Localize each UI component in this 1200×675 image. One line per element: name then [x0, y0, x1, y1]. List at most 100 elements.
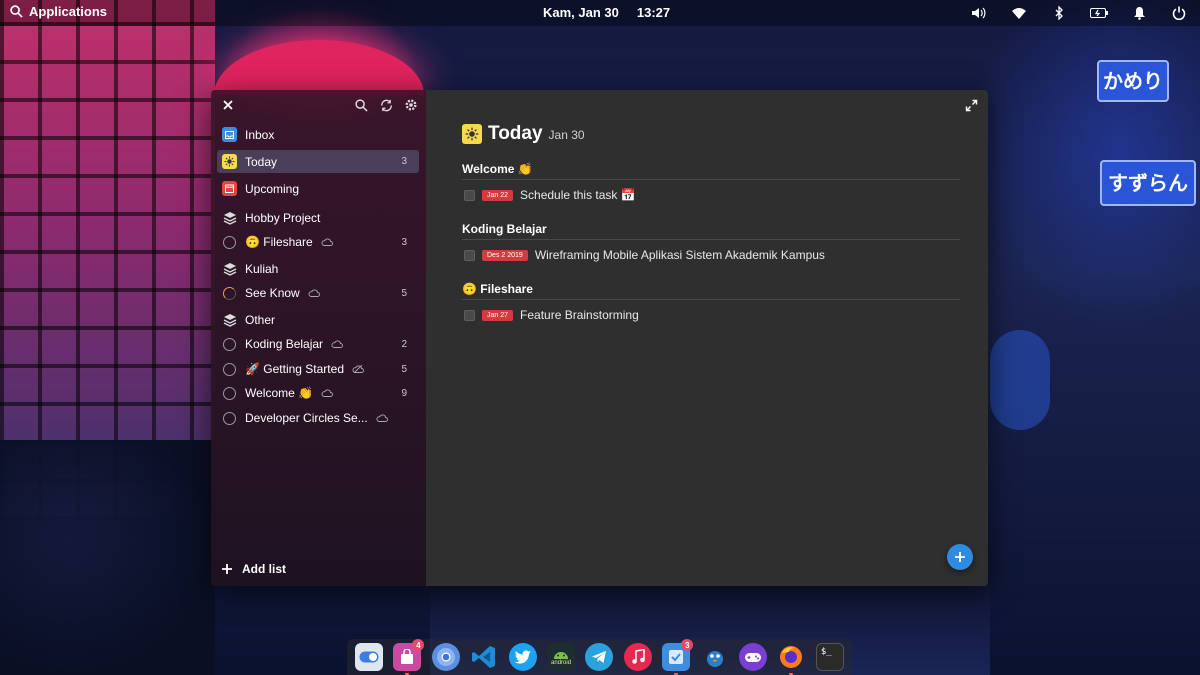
group-other[interactable]: Other	[217, 310, 275, 330]
list-progress-icon	[223, 286, 236, 300]
sidebar: Inbox Today 3 Upcoming Hobby Project 🙃 F…	[211, 90, 426, 586]
sidebar-item-developer-circles[interactable]: Developer Circles Se...	[217, 407, 419, 429]
task-row[interactable]: Jan 22 Schedule this task 📅	[462, 180, 960, 210]
android-icon	[554, 651, 569, 659]
group-kuliah[interactable]: Kuliah	[217, 259, 278, 279]
dock-app-firefox[interactable]	[777, 643, 805, 675]
due-date-badge: Jan 22	[482, 189, 514, 201]
dock-app-twitter[interactable]	[508, 643, 537, 671]
search-icon	[10, 5, 23, 18]
gamepad-icon	[745, 653, 762, 662]
dock-app-appcenter[interactable]: 4	[393, 639, 425, 675]
task-title: Schedule this task 📅	[520, 188, 636, 202]
telegram-icon	[592, 651, 607, 663]
group-label: Other	[245, 313, 276, 327]
task-checkbox[interactable]	[464, 309, 475, 321]
expand-icon[interactable]	[965, 99, 978, 112]
inbox-icon	[222, 127, 237, 142]
plus-icon	[955, 552, 965, 562]
volume-icon[interactable]	[970, 4, 988, 22]
task-section: Koding Belajar Des 2 2019 Wireframing Mo…	[462, 220, 960, 270]
section-title: 🙃 Fileshare	[462, 280, 960, 300]
cloud-icon	[308, 289, 320, 297]
task-count: 2	[401, 338, 407, 350]
applications-label: Applications	[29, 4, 108, 19]
layers-icon	[223, 263, 237, 276]
plus-icon	[222, 564, 232, 574]
list-label: Developer Circles Se...	[245, 411, 368, 425]
notifications-icon[interactable]	[1130, 4, 1148, 22]
chromium-icon	[436, 648, 455, 666]
dock-app-android-studio[interactable]: android	[547, 643, 576, 671]
dock-app-terminal[interactable]: $_	[815, 643, 844, 671]
sun-icon	[222, 154, 237, 169]
sync-icon[interactable]	[379, 98, 393, 112]
dock-app-tasks[interactable]: 3	[662, 639, 694, 675]
task-checkbox[interactable]	[464, 249, 475, 261]
music-icon	[632, 649, 645, 664]
firefox-icon	[780, 646, 803, 668]
list-progress-icon	[223, 337, 236, 351]
android-label: android	[551, 659, 572, 666]
wifi-icon[interactable]	[1010, 4, 1028, 22]
dock-app-vscode[interactable]	[470, 643, 498, 671]
sidebar-item-label: Inbox	[245, 127, 275, 142]
cloud-icon	[331, 340, 343, 348]
list-progress-icon	[223, 362, 236, 376]
dock-app-telegram[interactable]	[585, 643, 614, 671]
wallpaper-neon-glyph	[990, 330, 1050, 430]
power-icon[interactable]	[1170, 4, 1188, 22]
page-title: Today	[488, 123, 543, 144]
dock-app-settings[interactable]	[355, 643, 383, 671]
sun-icon	[462, 124, 482, 144]
gear-icon[interactable]	[404, 98, 418, 112]
task-checkbox[interactable]	[464, 189, 475, 201]
sidebar-item-koding-belajar[interactable]: Koding Belajar 2	[217, 333, 419, 355]
dock-app-bird[interactable]	[701, 643, 729, 671]
sidebar-item-fileshare[interactable]: 🙃 Fileshare 3	[217, 231, 419, 253]
bluetooth-icon[interactable]	[1050, 4, 1068, 22]
task-count: 3	[401, 156, 407, 167]
applications-menu-button[interactable]: Applications	[10, 4, 107, 19]
dock-app-games[interactable]	[739, 643, 768, 671]
dock-app-chromium[interactable]	[431, 643, 460, 671]
page-date: Jan 30	[548, 128, 585, 142]
search-icon[interactable]	[354, 98, 368, 112]
sidebar-item-welcome[interactable]: Welcome 👏 9	[217, 382, 419, 404]
sidebar-item-inbox[interactable]: Inbox	[217, 123, 419, 146]
sidebar-header	[211, 90, 426, 122]
time-label: 13:27	[636, 5, 671, 20]
group-label: Hobby Project	[245, 211, 321, 225]
layers-icon	[223, 212, 237, 225]
tasks-app-window: Inbox Today 3 Upcoming Hobby Project 🙃 F…	[211, 90, 988, 586]
checklist-icon	[669, 650, 684, 664]
add-list-button[interactable]: Add list	[222, 562, 286, 576]
date-time-indicator[interactable]: Kam, Jan 30 13:27	[543, 5, 670, 20]
sidebar-item-getting-started[interactable]: 🚀 Getting Started 5	[217, 358, 419, 380]
list-label: 🚀 Getting Started	[245, 362, 344, 376]
system-indicators	[970, 4, 1188, 22]
group-hobby-project[interactable]: Hobby Project	[217, 208, 320, 228]
close-icon[interactable]	[222, 99, 234, 111]
list-label: See Know	[245, 286, 300, 300]
page-header: Today Jan 30	[462, 123, 585, 145]
cloud-icon	[376, 414, 388, 422]
bag-icon	[401, 649, 414, 664]
sidebar-item-today[interactable]: Today 3	[217, 150, 419, 173]
terminal-prompt-label: $_	[820, 647, 832, 657]
task-section: 🙃 Fileshare Jan 27 Feature Brainstorming	[462, 280, 960, 330]
sidebar-item-see-know[interactable]: See Know 5	[217, 282, 419, 304]
sidebar-item-upcoming[interactable]: Upcoming	[217, 177, 419, 200]
twitter-icon	[514, 649, 531, 664]
add-task-button[interactable]	[947, 544, 973, 570]
task-row[interactable]: Des 2 2019 Wireframing Mobile Aplikasi S…	[462, 240, 960, 270]
task-row[interactable]: Jan 27 Feature Brainstorming	[462, 300, 960, 330]
dock-app-music[interactable]	[623, 643, 652, 671]
cloud-icon	[321, 389, 334, 397]
list-label: 🙃 Fileshare	[245, 235, 313, 249]
list-label: Koding Belajar	[245, 337, 324, 351]
vscode-icon	[472, 646, 496, 668]
battery-icon[interactable]	[1090, 4, 1108, 22]
notification-badge: 3	[681, 639, 694, 651]
dock: 4 android 3 $_	[347, 639, 852, 675]
